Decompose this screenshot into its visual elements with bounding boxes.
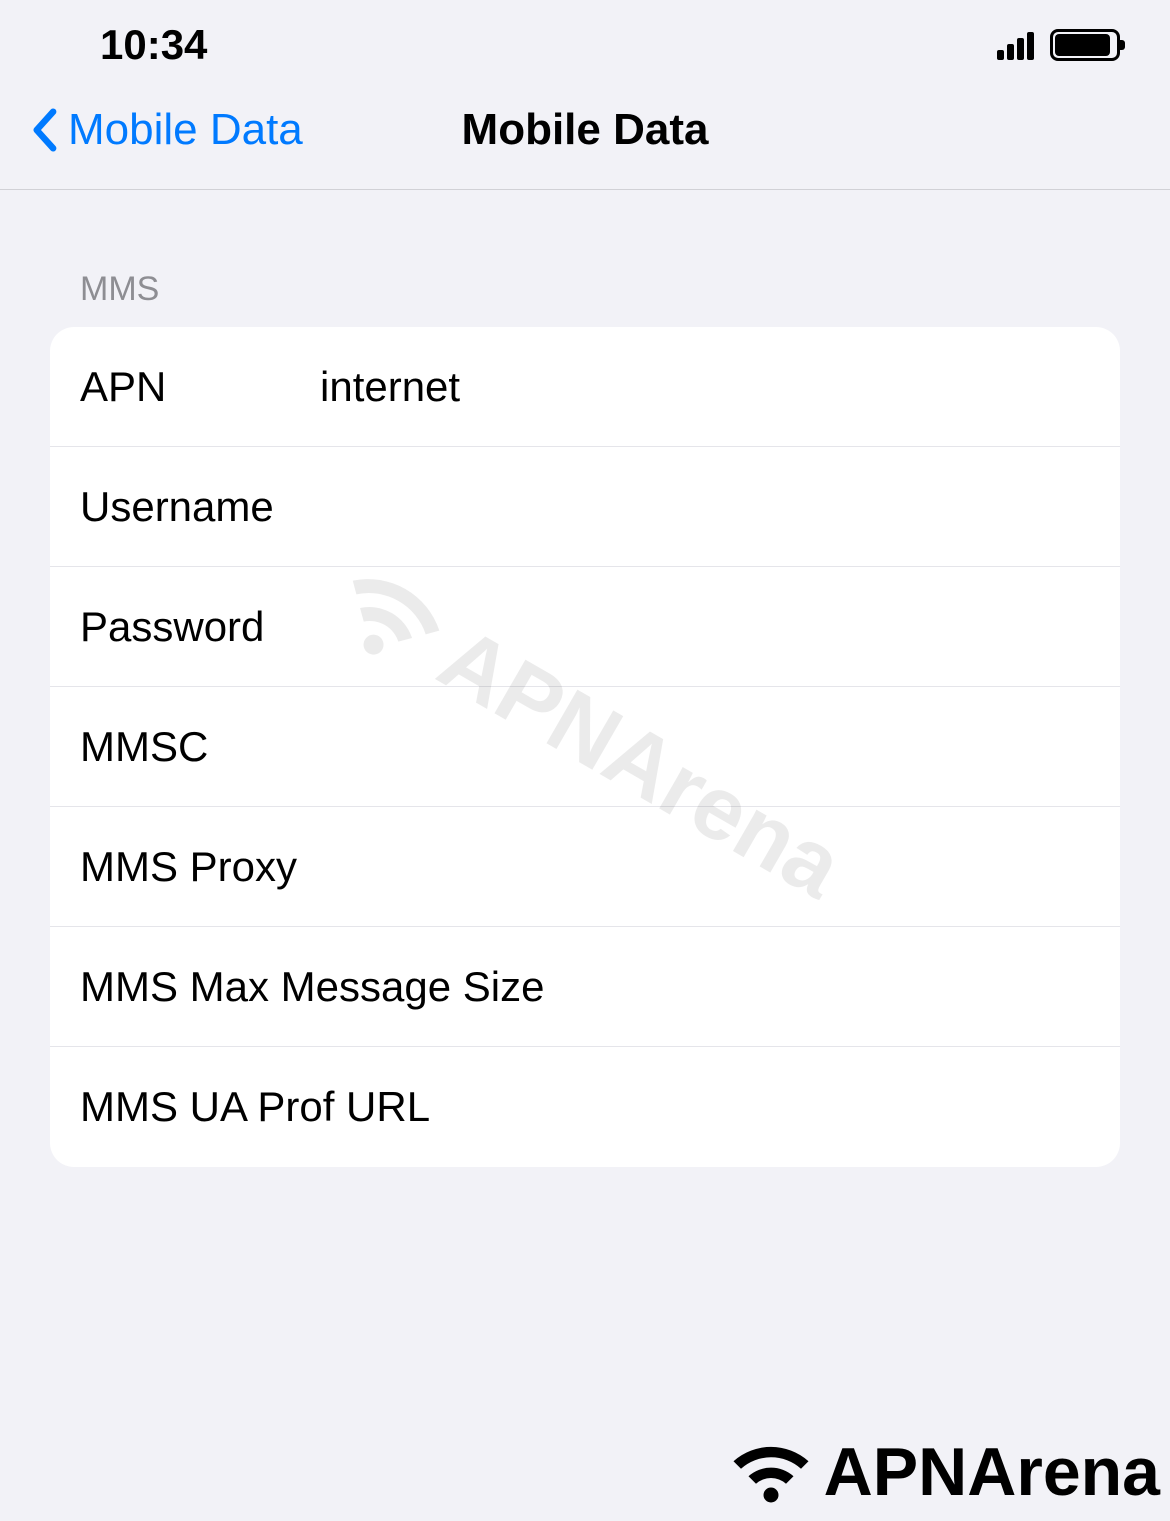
footer-logo-text: APNArena (824, 1433, 1160, 1511)
mms-max-size-input[interactable] (544, 963, 1090, 1011)
chevron-left-icon (30, 108, 58, 152)
cellular-signal-icon (997, 30, 1034, 60)
page-title: Mobile Data (462, 105, 709, 155)
content-area: MMS APN Username Password MMSC MMS Proxy… (0, 190, 1170, 1167)
apn-label: APN (80, 363, 320, 411)
mmsc-input[interactable] (320, 723, 1090, 771)
section-header-mms: MMS (80, 270, 1120, 309)
password-input[interactable] (320, 603, 1090, 651)
apn-row[interactable]: APN (50, 327, 1120, 447)
status-indicators (997, 29, 1120, 61)
back-button[interactable]: Mobile Data (30, 105, 303, 155)
mms-proxy-row[interactable]: MMS Proxy (50, 807, 1120, 927)
mmsc-label: MMSC (80, 723, 320, 771)
mms-max-size-row[interactable]: MMS Max Message Size (50, 927, 1120, 1047)
mms-ua-prof-row[interactable]: MMS UA Prof URL (50, 1047, 1120, 1167)
mms-ua-prof-label: MMS UA Prof URL (80, 1083, 430, 1131)
mms-max-size-label: MMS Max Message Size (80, 963, 544, 1011)
mmsc-row[interactable]: MMSC (50, 687, 1120, 807)
status-bar: 10:34 (0, 0, 1170, 90)
username-input[interactable] (320, 483, 1090, 531)
battery-icon (1050, 29, 1120, 61)
mms-proxy-input[interactable] (320, 843, 1090, 891)
back-label: Mobile Data (68, 105, 303, 155)
mms-proxy-label: MMS Proxy (80, 843, 320, 891)
apn-input[interactable] (320, 363, 1090, 411)
mms-settings-group: APN Username Password MMSC MMS Proxy MMS… (50, 327, 1120, 1167)
username-row[interactable]: Username (50, 447, 1120, 567)
password-row[interactable]: Password (50, 567, 1120, 687)
password-label: Password (80, 603, 320, 651)
navigation-bar: Mobile Data Mobile Data (0, 90, 1170, 190)
status-time: 10:34 (100, 21, 207, 69)
wifi-icon (726, 1435, 816, 1510)
username-label: Username (80, 483, 320, 531)
mms-ua-prof-input[interactable] (430, 1083, 1090, 1131)
footer-logo: APNArena (726, 1433, 1160, 1511)
